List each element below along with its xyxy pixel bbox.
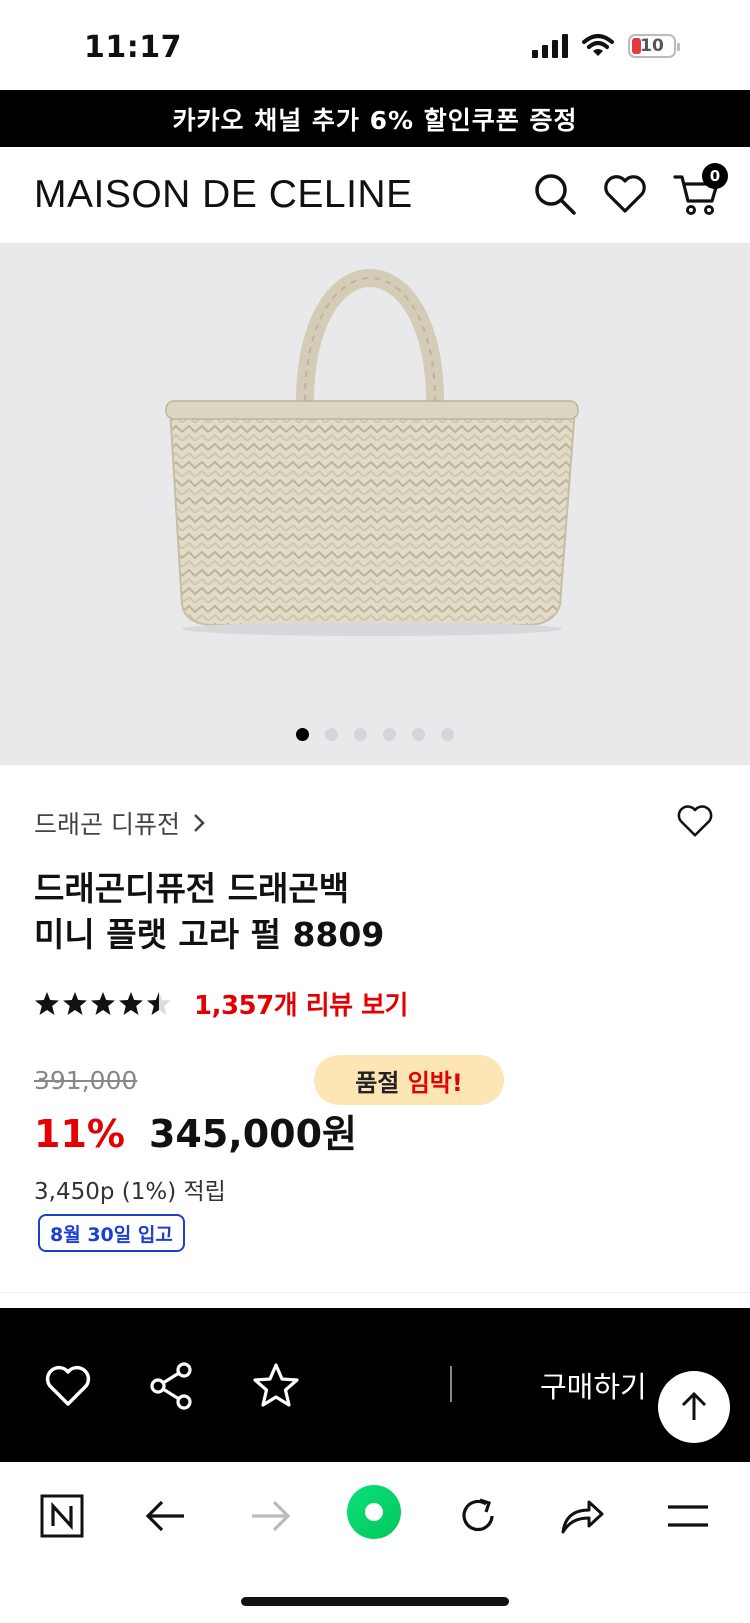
price-row: 11% 345,000원 bbox=[34, 1103, 357, 1158]
star-icon[interactable] bbox=[250, 1360, 302, 1412]
status-time: 11:17 bbox=[84, 30, 182, 65]
star-icon bbox=[63, 991, 87, 1015]
promo-banner[interactable]: 카카오 채널 추가 6% 할인쿠폰 증정 bbox=[0, 90, 750, 147]
star-icon bbox=[147, 991, 171, 1015]
carousel-dots bbox=[0, 728, 750, 741]
brand-logo[interactable]: MAISON DE CELINE bbox=[34, 173, 413, 217]
arrow-up-icon bbox=[681, 1391, 707, 1420]
arrival-date-badge: 8월 30일 입고 bbox=[38, 1214, 185, 1252]
star-icon bbox=[91, 991, 115, 1015]
soldout-soon-badge: 품절 임박! bbox=[314, 1055, 504, 1105]
wishlist-icon[interactable] bbox=[600, 169, 650, 219]
green-dot-icon bbox=[347, 1485, 401, 1539]
product-title-line1: 드래곤디퓨전 드래곤백 bbox=[34, 869, 350, 908]
carousel-dot[interactable] bbox=[383, 728, 396, 741]
product-wishlist-icon[interactable] bbox=[674, 800, 716, 842]
arrow-left-icon bbox=[145, 1500, 184, 1532]
action-separator bbox=[450, 1366, 452, 1402]
section-divider bbox=[0, 1292, 750, 1293]
discount-rate: 11% bbox=[34, 1112, 125, 1156]
naver-n-icon bbox=[40, 1494, 84, 1538]
status-icons: 10 bbox=[532, 34, 680, 58]
wifi-icon bbox=[582, 34, 614, 56]
rating-stars bbox=[34, 991, 172, 1017]
share-arrow-icon bbox=[561, 1500, 604, 1534]
wishlist-heart-icon[interactable] bbox=[42, 1360, 94, 1412]
original-price: 391,000 bbox=[34, 1066, 138, 1095]
signal-icon bbox=[532, 34, 568, 58]
product-photo bbox=[165, 269, 579, 636]
forward-button[interactable] bbox=[244, 1490, 296, 1542]
carousel-dot[interactable] bbox=[325, 728, 338, 741]
cart-button[interactable]: 0 bbox=[672, 163, 728, 219]
refresh-button[interactable] bbox=[452, 1490, 504, 1542]
carousel-dot[interactable] bbox=[441, 728, 454, 741]
product-title-line2: 미니 플랫 고라 펄 8809 bbox=[34, 915, 385, 954]
buy-button[interactable]: 구매하기 bbox=[540, 1364, 647, 1406]
purchase-action-bar: 구매하기 bbox=[0, 1308, 750, 1462]
share-icon[interactable] bbox=[146, 1360, 198, 1412]
status-bar: 11:17 10 bbox=[0, 0, 750, 90]
sale-price: 345,000원 bbox=[148, 1112, 358, 1156]
scroll-to-top-button[interactable] bbox=[658, 1371, 730, 1443]
reward-points: 3,450p (1%) 적립 bbox=[34, 1179, 226, 1205]
product-image-carousel[interactable] bbox=[0, 243, 750, 765]
naver-home-button[interactable] bbox=[36, 1490, 88, 1542]
chevron-right-icon bbox=[194, 814, 205, 832]
soldout-prefix: 품절 bbox=[355, 1068, 408, 1097]
soldout-highlight: 임박! bbox=[407, 1068, 463, 1097]
back-button[interactable] bbox=[140, 1490, 192, 1542]
green-dot-button[interactable] bbox=[346, 1484, 402, 1540]
cart-count-badge: 0 bbox=[702, 163, 728, 189]
brand-link[interactable]: 드래곤 디퓨전 bbox=[34, 805, 206, 841]
menu-button[interactable] bbox=[662, 1490, 714, 1542]
battery-icon: 10 bbox=[628, 34, 680, 58]
hamburger-menu-icon bbox=[668, 1505, 708, 1527]
arrow-right-icon bbox=[252, 1500, 291, 1532]
product-title: 드래곤디퓨전 드래곤백 미니 플랫 고라 펄 8809 bbox=[34, 866, 594, 958]
carousel-dot[interactable] bbox=[354, 728, 367, 741]
site-header: MAISON DE CELINE 0 bbox=[0, 147, 750, 243]
promo-text: 카카오 채널 추가 6% 할인쿠폰 증정 bbox=[172, 105, 578, 135]
home-indicator[interactable] bbox=[241, 1597, 509, 1606]
search-icon[interactable] bbox=[530, 169, 580, 219]
star-icon bbox=[119, 991, 143, 1015]
battery-level: 10 bbox=[640, 36, 664, 56]
carousel-dot[interactable] bbox=[412, 728, 425, 741]
brand-name: 드래곤 디퓨전 bbox=[34, 810, 180, 839]
review-link[interactable]: 1,357개 리뷰 보기 bbox=[194, 985, 408, 1022]
rating-row: 1,357개 리뷰 보기 bbox=[34, 985, 408, 1022]
share-page-button[interactable] bbox=[556, 1490, 608, 1542]
star-icon bbox=[35, 991, 59, 1015]
carousel-dot[interactable] bbox=[296, 728, 309, 741]
refresh-icon bbox=[462, 1498, 494, 1532]
